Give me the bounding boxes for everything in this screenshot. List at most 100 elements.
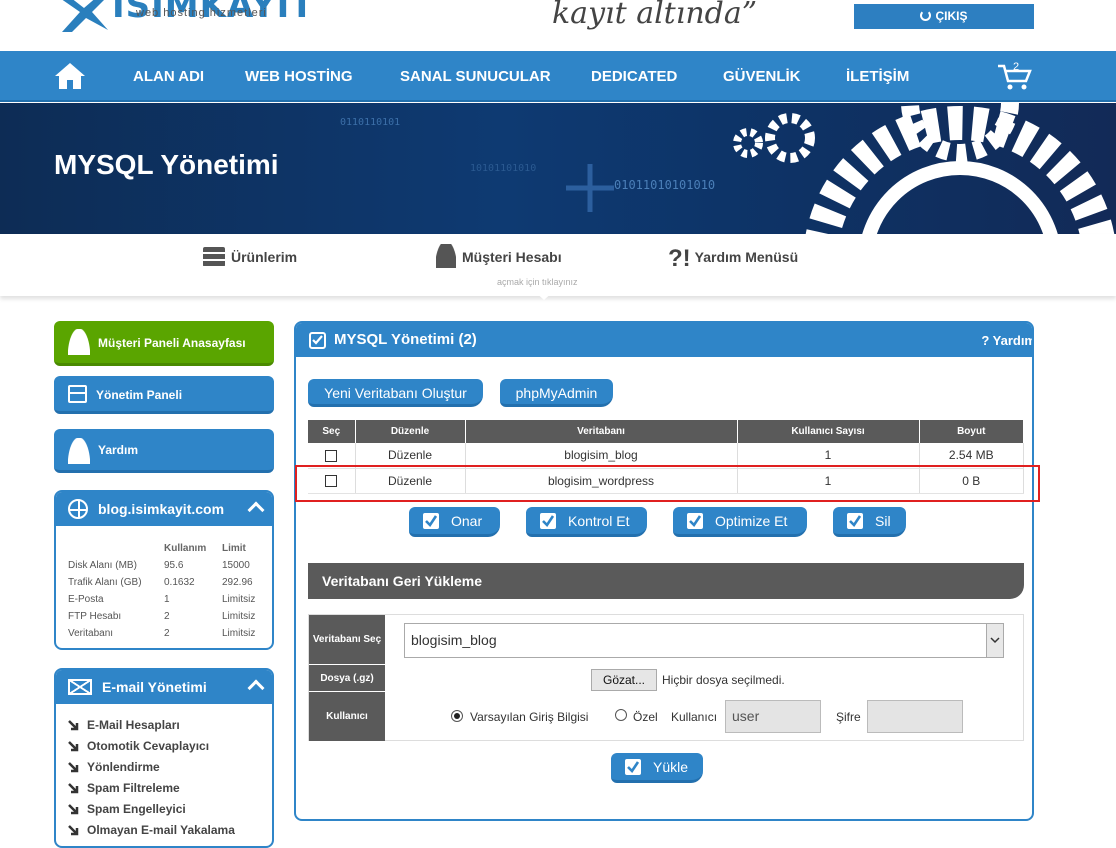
- table-row: Trafik Alanı (GB) 0.1632 292.96: [68, 574, 255, 591]
- check-button[interactable]: Kontrol Et: [526, 507, 647, 537]
- logout-label: ÇIKIŞ: [935, 9, 968, 23]
- delete-button[interactable]: Sil: [833, 507, 906, 537]
- col-user-count: Kullanıcı Sayısı: [737, 420, 920, 443]
- arrow-down-right-icon: [68, 804, 79, 815]
- site-usage-panel: blog.isimkayit.com Kullanım Limit Disk A…: [54, 490, 274, 650]
- nav-dedicated[interactable]: DEDICATED: [591, 51, 677, 102]
- email-menu-item[interactable]: Yönlendirme: [68, 757, 235, 778]
- logo[interactable]: ISIMKAYIT web hosting hizmetleri: [52, 0, 314, 38]
- repair-label: Onar: [451, 513, 483, 529]
- home-icon[interactable]: [54, 62, 86, 90]
- new-database-button[interactable]: Yeni Veritabanı Oluştur: [308, 379, 483, 407]
- check-icon: [687, 513, 703, 529]
- password-field[interactable]: [867, 700, 963, 733]
- power-icon: [920, 10, 932, 21]
- restore-form: Veritabanı Seç Dosya (.gz) Kullanıcı blo…: [308, 614, 1024, 742]
- check-icon: [625, 759, 641, 775]
- help-link[interactable]: ? Yardım: [981, 333, 1032, 348]
- table-row: FTP Hesabı 2 Limitsiz: [68, 608, 255, 625]
- no-file-text: Hiçbir dosya seçilmedi.: [662, 673, 785, 687]
- nav-contact[interactable]: İLETİŞİM: [846, 51, 909, 102]
- check-label: Kontrol Et: [568, 513, 630, 529]
- browse-button[interactable]: Gözat...: [591, 669, 657, 691]
- arrow-down-right-icon: [68, 741, 79, 752]
- restore-header: Veritabanı Geri Yükleme: [308, 563, 1024, 599]
- logout-button[interactable]: ÇIKIŞ: [854, 4, 1034, 29]
- subnav-hint: açmak için tıklayınız: [497, 277, 578, 287]
- banner-binary: 0110110101: [340, 117, 401, 128]
- usage-label: Trafik Alanı (GB): [68, 577, 142, 588]
- page-title: MYSQL Yönetimi: [54, 149, 279, 180]
- table-row: E-Posta 1 Limitsiz: [68, 591, 255, 608]
- email-menu-label: Otomotik Cevaplayıcı: [87, 739, 210, 753]
- subnav-help[interactable]: ?! Yardım Menüsü: [668, 242, 798, 272]
- nav-web-hosting[interactable]: WEB HOSTİNG: [245, 51, 353, 102]
- phpmyadmin-button[interactable]: phpMyAdmin: [500, 379, 613, 407]
- label-select-db: Veritabanı Seç: [309, 615, 385, 665]
- check-icon: [847, 513, 863, 529]
- arrow-down-right-icon: [68, 720, 79, 731]
- delete-label: Sil: [875, 513, 891, 529]
- email-panel: E-mail Yönetimi E-Mail Hesapları Otomoti…: [54, 668, 274, 848]
- usage-used: 0.1632: [164, 577, 195, 588]
- user-icon: [436, 244, 456, 268]
- mail-icon: [68, 679, 92, 695]
- mysql-panel: MYSQL Yönetimi (2) ? Yardım Yeni Veritab…: [294, 321, 1034, 821]
- nav-domain[interactable]: ALAN ADI: [133, 51, 204, 102]
- custom-login-label: Özel: [633, 710, 658, 724]
- username-field[interactable]: user: [725, 700, 821, 733]
- sidebar-home-button[interactable]: Müşteri Paneli Anasayfası: [54, 321, 274, 366]
- sidebar-help-button[interactable]: Yardım: [54, 429, 274, 473]
- collapse-icon[interactable]: [247, 501, 265, 519]
- usage-label: Disk Alanı (MB): [68, 560, 137, 571]
- default-login-radio[interactable]: [451, 710, 463, 722]
- col-database: Veritabanı: [465, 420, 738, 443]
- optimize-button[interactable]: Optimize Et: [673, 507, 807, 537]
- nav-security[interactable]: GÜVENLİK: [723, 51, 801, 102]
- email-menu-item[interactable]: Olmayan E-mail Yakalama: [68, 820, 235, 841]
- usage-table: Kullanım Limit Disk Alanı (MB) 95.6 15000 …: [68, 540, 255, 642]
- nav-virtual-servers[interactable]: SANAL SUNUCULAR: [400, 51, 551, 102]
- repair-button[interactable]: Onar: [409, 507, 500, 537]
- subnav-products[interactable]: Ürünlerim: [203, 242, 297, 272]
- upload-label: Yükle: [653, 759, 689, 775]
- email-menu-item[interactable]: Spam Filtreleme: [68, 778, 235, 799]
- subnav-account[interactable]: Müşteri Hesabı: [436, 242, 562, 272]
- upload-button[interactable]: Yükle: [611, 753, 703, 783]
- usage-col-used: Kullanım: [164, 543, 207, 554]
- custom-login-radio[interactable]: [615, 709, 627, 721]
- collapse-icon[interactable]: [247, 679, 265, 697]
- cart-icon[interactable]: 2: [997, 61, 1033, 91]
- check-icon: [423, 513, 439, 529]
- table-row: Disk Alanı (MB) 95.6 15000: [68, 557, 255, 574]
- database-select-value: blogisim_blog: [411, 632, 497, 648]
- email-menu-label: Spam Filtreleme: [87, 781, 180, 795]
- globe-icon: [68, 499, 88, 519]
- server-icon: [203, 247, 225, 267]
- email-menu-item[interactable]: Spam Engelleyici: [68, 799, 235, 820]
- mysql-panel-title: MYSQL Yönetimi (2): [334, 331, 477, 348]
- usage-used: 95.6: [164, 560, 184, 571]
- row-checkbox[interactable]: [325, 450, 338, 463]
- label-user: Kullanıcı: [309, 692, 385, 742]
- email-menu-item[interactable]: E-Mail Hesapları: [68, 715, 235, 736]
- usage-label: FTP Hesabı: [68, 611, 122, 622]
- slogan: kayıt altında”: [552, 0, 758, 31]
- sidebar-manage-button[interactable]: Yönetim Paneli: [54, 376, 274, 414]
- subnav-caret[interactable]: [533, 290, 555, 300]
- email-menu-item[interactable]: Otomotik Cevaplayıcı: [68, 736, 235, 757]
- email-panel-header[interactable]: E-mail Yönetimi: [56, 670, 272, 704]
- usage-used: 1: [164, 594, 170, 605]
- highlight-box: [295, 465, 1040, 502]
- database-select[interactable]: blogisim_blog: [404, 623, 1004, 658]
- user-settings-icon: [68, 329, 90, 355]
- check-icon: [540, 513, 556, 529]
- usage-label: E-Posta: [68, 594, 104, 605]
- col-select: Seç: [308, 420, 356, 443]
- subnav-help-label: Yardım Menüsü: [694, 249, 799, 265]
- site-usage-header[interactable]: blog.isimkayit.com: [56, 492, 272, 526]
- email-menu-label: Yönlendirme: [87, 760, 160, 774]
- col-size: Boyut: [919, 420, 1024, 443]
- subnav-products-label: Ürünlerim: [231, 249, 298, 265]
- logo-mark-icon: [62, 0, 108, 32]
